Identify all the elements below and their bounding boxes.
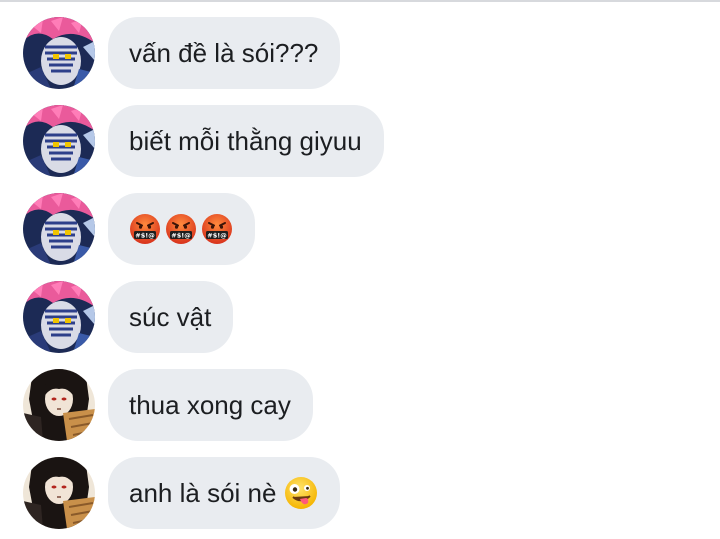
kokushibo-avatar[interactable] bbox=[23, 457, 95, 529]
message-text: súc vật bbox=[129, 301, 212, 332]
svg-text:#$!@: #$!@ bbox=[171, 232, 191, 240]
message-thread: vấn đề là sói??? biết mỗi thằng giyuu #$… bbox=[0, 0, 720, 539]
message-bubble[interactable]: biết mỗi thằng giyuu bbox=[108, 105, 384, 177]
message-text: biết mỗi thằng giyuu bbox=[129, 125, 362, 156]
message-bubble[interactable]: #$!@ #$!@ #$!@ bbox=[108, 193, 255, 265]
message-bubble[interactable]: vấn đề là sói??? bbox=[108, 17, 341, 89]
cursing-face-emoji: #$!@ bbox=[129, 213, 161, 245]
kokushibo-avatar[interactable] bbox=[23, 369, 95, 441]
message-row: vấn đề là sói??? bbox=[23, 17, 341, 89]
zany-face-emoji bbox=[284, 476, 318, 510]
message-bubble[interactable]: anh là sói nè bbox=[108, 457, 341, 529]
message-row: thua xong cay bbox=[23, 369, 313, 441]
message-bubble[interactable]: súc vật bbox=[108, 281, 234, 353]
svg-text:#$!@: #$!@ bbox=[135, 232, 155, 240]
akaza-avatar[interactable] bbox=[23, 17, 95, 89]
message-row: biết mỗi thằng giyuu bbox=[23, 105, 384, 177]
message-bubble[interactable]: thua xong cay bbox=[108, 369, 313, 441]
message-row: #$!@ #$!@ #$!@ bbox=[23, 193, 255, 265]
akaza-avatar[interactable] bbox=[23, 281, 95, 353]
message-row: súc vật bbox=[23, 281, 234, 353]
akaza-avatar[interactable] bbox=[23, 105, 95, 177]
message-text: thua xong cay bbox=[129, 389, 291, 420]
message-text: anh là sói nè bbox=[129, 477, 277, 508]
message-row: anh là sói nè bbox=[23, 457, 341, 529]
akaza-avatar[interactable] bbox=[23, 193, 95, 265]
message-text: vấn đề là sói??? bbox=[129, 37, 319, 68]
cursing-face-emoji: #$!@ bbox=[165, 213, 197, 245]
svg-text:#$!@: #$!@ bbox=[207, 232, 227, 240]
cursing-face-emoji: #$!@ bbox=[201, 213, 233, 245]
